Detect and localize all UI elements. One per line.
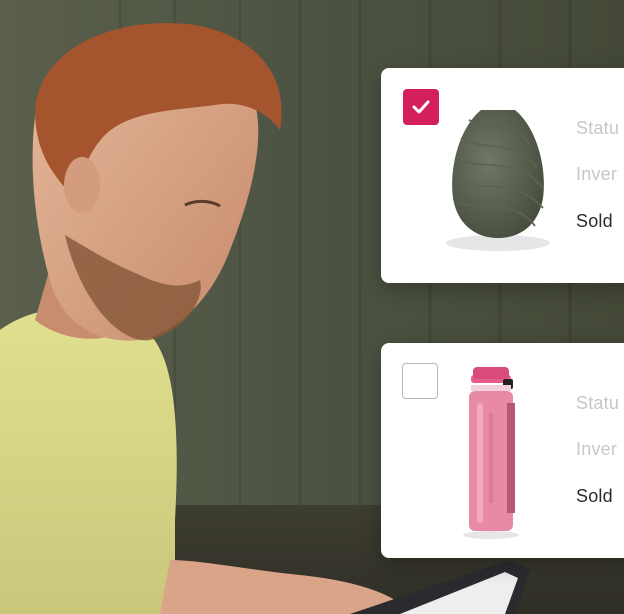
status-label: Statu xyxy=(576,118,620,138)
vase-icon xyxy=(446,110,550,251)
sold-label: Sold xyxy=(576,486,613,506)
select-checkbox[interactable] xyxy=(402,363,438,399)
select-checkbox[interactable] xyxy=(403,89,439,125)
sold-label: Sold xyxy=(576,211,613,231)
status-label: Statu xyxy=(576,393,620,413)
water-bottle-icon xyxy=(463,367,519,539)
inventory-label: Inver xyxy=(576,439,618,459)
product-card[interactable]: Statu Inver Sold xyxy=(381,343,624,558)
check-icon xyxy=(412,100,430,114)
product-card[interactable]: Statu Inver Sold xyxy=(381,68,624,283)
inventory-label: Inver xyxy=(576,164,618,184)
